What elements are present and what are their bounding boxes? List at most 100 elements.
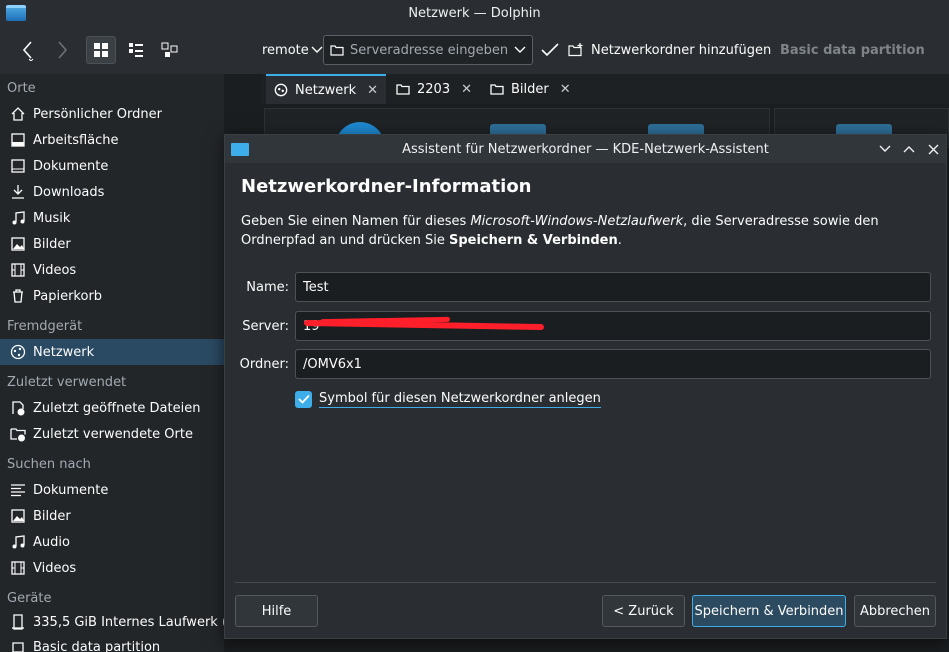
- sidebar-item-label: Arbeitsfläche: [33, 132, 119, 148]
- split-view-icon: [161, 42, 178, 57]
- sidebar-item-label: Downloads: [33, 184, 105, 200]
- desktop-icon: [11, 133, 25, 147]
- sidebar-item-search-images[interactable]: Bilder: [0, 503, 224, 529]
- server-input[interactable]: 19: [295, 311, 931, 341]
- sidebar-item-home[interactable]: Persönlicher Ordner: [0, 101, 224, 127]
- name-value: Test: [303, 279, 329, 295]
- tab-label: Netzwerk: [295, 82, 357, 98]
- chevron-down-icon: [311, 46, 323, 53]
- forward-button[interactable]: [48, 36, 76, 64]
- sidebar-item-search-documents[interactable]: Dokumente: [0, 477, 224, 503]
- image-icon: [11, 237, 25, 251]
- sidebar-item-label: Persönlicher Ordner: [33, 106, 162, 122]
- create-symbol-checkbox-row[interactable]: Symbol für diesen Netzwerkordner anlegen: [295, 388, 601, 410]
- section-title-remote: Fremdgerät: [7, 319, 83, 334]
- tab-label: 2203: [417, 81, 451, 97]
- tab-netzwerk[interactable]: Netzwerk ✕: [266, 74, 387, 104]
- section-title-places: Orte: [7, 81, 36, 96]
- back-button[interactable]: [14, 36, 42, 64]
- close-tab-icon[interactable]: ✕: [461, 82, 472, 97]
- split-view-button[interactable]: [156, 36, 184, 64]
- details-view-icon: [129, 43, 143, 57]
- back-button[interactable]: < Zurück: [602, 595, 685, 627]
- add-network-folder-button[interactable]: Netzwerkordner hinzufügen: [568, 36, 771, 64]
- sidebar-item-documents[interactable]: Dokumente: [0, 153, 224, 179]
- tab-bilder[interactable]: Bilder ✕: [482, 74, 579, 104]
- folder-add-icon: [568, 43, 583, 57]
- document-icon: [11, 159, 25, 173]
- image-icon: [11, 509, 25, 523]
- folder-label: Ordner:: [239, 357, 289, 372]
- sidebar-item-videos[interactable]: Videos: [0, 257, 224, 283]
- sidebar-item-search-videos[interactable]: Videos: [0, 555, 224, 581]
- minimize-button[interactable]: [876, 140, 894, 158]
- add-network-folder-label: Netzwerkordner hinzufügen: [591, 42, 772, 58]
- sidebar-item-desktop[interactable]: Arbeitsfläche: [0, 127, 224, 153]
- save-connect-button[interactable]: Speichern & Verbinden: [692, 595, 846, 627]
- remote-dropdown[interactable]: remote: [262, 36, 323, 64]
- confirm-address-button[interactable]: [538, 36, 562, 64]
- dialog-heading: Netzwerkordner-Information: [241, 176, 532, 197]
- music-icon: [12, 211, 25, 225]
- sidebar-item-label: Musik: [33, 210, 71, 226]
- sidebar-item-trash[interactable]: Papierkorb: [0, 283, 224, 309]
- sidebar-item-label: Zuletzt geöffnete Dateien: [33, 400, 201, 416]
- sidebar-item-downloads[interactable]: Downloads: [0, 179, 224, 205]
- details-view-button[interactable]: [122, 36, 150, 64]
- close-button[interactable]: [924, 140, 942, 158]
- name-label: Name:: [246, 280, 289, 295]
- icons-view-button[interactable]: [86, 36, 116, 64]
- sidebar-item-label: 335,5 GiB Internes Laufwerk (nv: [33, 614, 224, 630]
- sidebar-item-network[interactable]: Netzwerk: [0, 339, 224, 365]
- download-icon: [12, 185, 24, 199]
- checkmark-icon: [297, 394, 310, 404]
- tab-bar: Netzwerk ✕ 2203 ✕ Bilder ✕: [262, 74, 949, 104]
- chevron-right-icon: [58, 41, 68, 59]
- dolphin-folder-icon: [6, 5, 26, 21]
- document-lines-icon: [11, 484, 25, 497]
- name-input[interactable]: Test: [295, 272, 931, 302]
- maximize-button[interactable]: [900, 140, 918, 158]
- cancel-button[interactable]: Abbrechen: [854, 595, 936, 627]
- basic-data-partition-label: Basic data partition: [780, 42, 925, 58]
- folder-input[interactable]: /OMV6x1: [295, 349, 931, 379]
- dialog-title: Assistent für Netzwerkordner — KDE-Netzw…: [402, 141, 769, 157]
- dialog-description: Geben Sie einen Namen für dieses Microso…: [241, 212, 931, 250]
- checkmark-icon: [541, 43, 559, 57]
- sidebar-item-label: Bilder: [33, 236, 71, 252]
- sidebar-item-label: Audio: [33, 534, 70, 550]
- remote-label: remote: [262, 42, 309, 58]
- sidebar-item-label: Dokumente: [33, 158, 109, 174]
- server-label: Server:: [242, 319, 289, 334]
- sidebar-item-label: Bilder: [33, 508, 71, 524]
- sidebar-item-recent-files[interactable]: Zuletzt geöffnete Dateien: [0, 395, 224, 421]
- close-tab-icon[interactable]: ✕: [367, 83, 378, 98]
- sidebar-item-label: Papierkorb: [33, 288, 103, 304]
- sidebar-item-recent-places[interactable]: Zuletzt verwendete Orte: [0, 421, 224, 447]
- desc-bold-text: Speichern & Verbinden: [448, 233, 618, 248]
- section-title-search: Suchen nach: [7, 457, 91, 472]
- chevron-left-icon: [22, 41, 34, 61]
- sidebar-item-pictures[interactable]: Bilder: [0, 231, 224, 257]
- help-button[interactable]: Hilfe: [235, 595, 318, 627]
- sidebar-item-internal-drive[interactable]: 335,5 GiB Internes Laufwerk (nv: [0, 609, 224, 635]
- places-sidebar: Orte Persönlicher Ordner Arbeitsfläche D…: [0, 74, 224, 652]
- window-titlebar: Netzwerk — Dolphin: [0, 0, 949, 26]
- sidebar-item-search-audio[interactable]: Audio: [0, 529, 224, 555]
- network-wizard-icon: [231, 143, 249, 156]
- sidebar-item-basic-partition[interactable]: Basic data partition: [0, 634, 224, 652]
- sidebar-item-music[interactable]: Musik: [0, 205, 224, 231]
- drive-icon: [12, 614, 24, 630]
- server-address-combo[interactable]: Serveradresse eingeben ...: [323, 35, 533, 65]
- create-symbol-checkbox[interactable]: [295, 390, 312, 408]
- network-icon: [274, 83, 288, 97]
- close-tab-icon[interactable]: ✕: [560, 82, 571, 97]
- video-icon: [11, 561, 25, 575]
- toolbar: remote Serveradresse eingeben ... Netzwe…: [0, 26, 949, 74]
- folder-icon: [490, 84, 504, 95]
- sidebar-item-label: Zuletzt verwendete Orte: [33, 426, 193, 442]
- tab-2203[interactable]: 2203 ✕: [388, 74, 480, 104]
- recent-files-icon: [12, 401, 25, 416]
- basic-data-partition-button[interactable]: Basic data partition: [780, 36, 925, 64]
- desc-text: Geben Sie einen Namen für dieses: [241, 214, 471, 229]
